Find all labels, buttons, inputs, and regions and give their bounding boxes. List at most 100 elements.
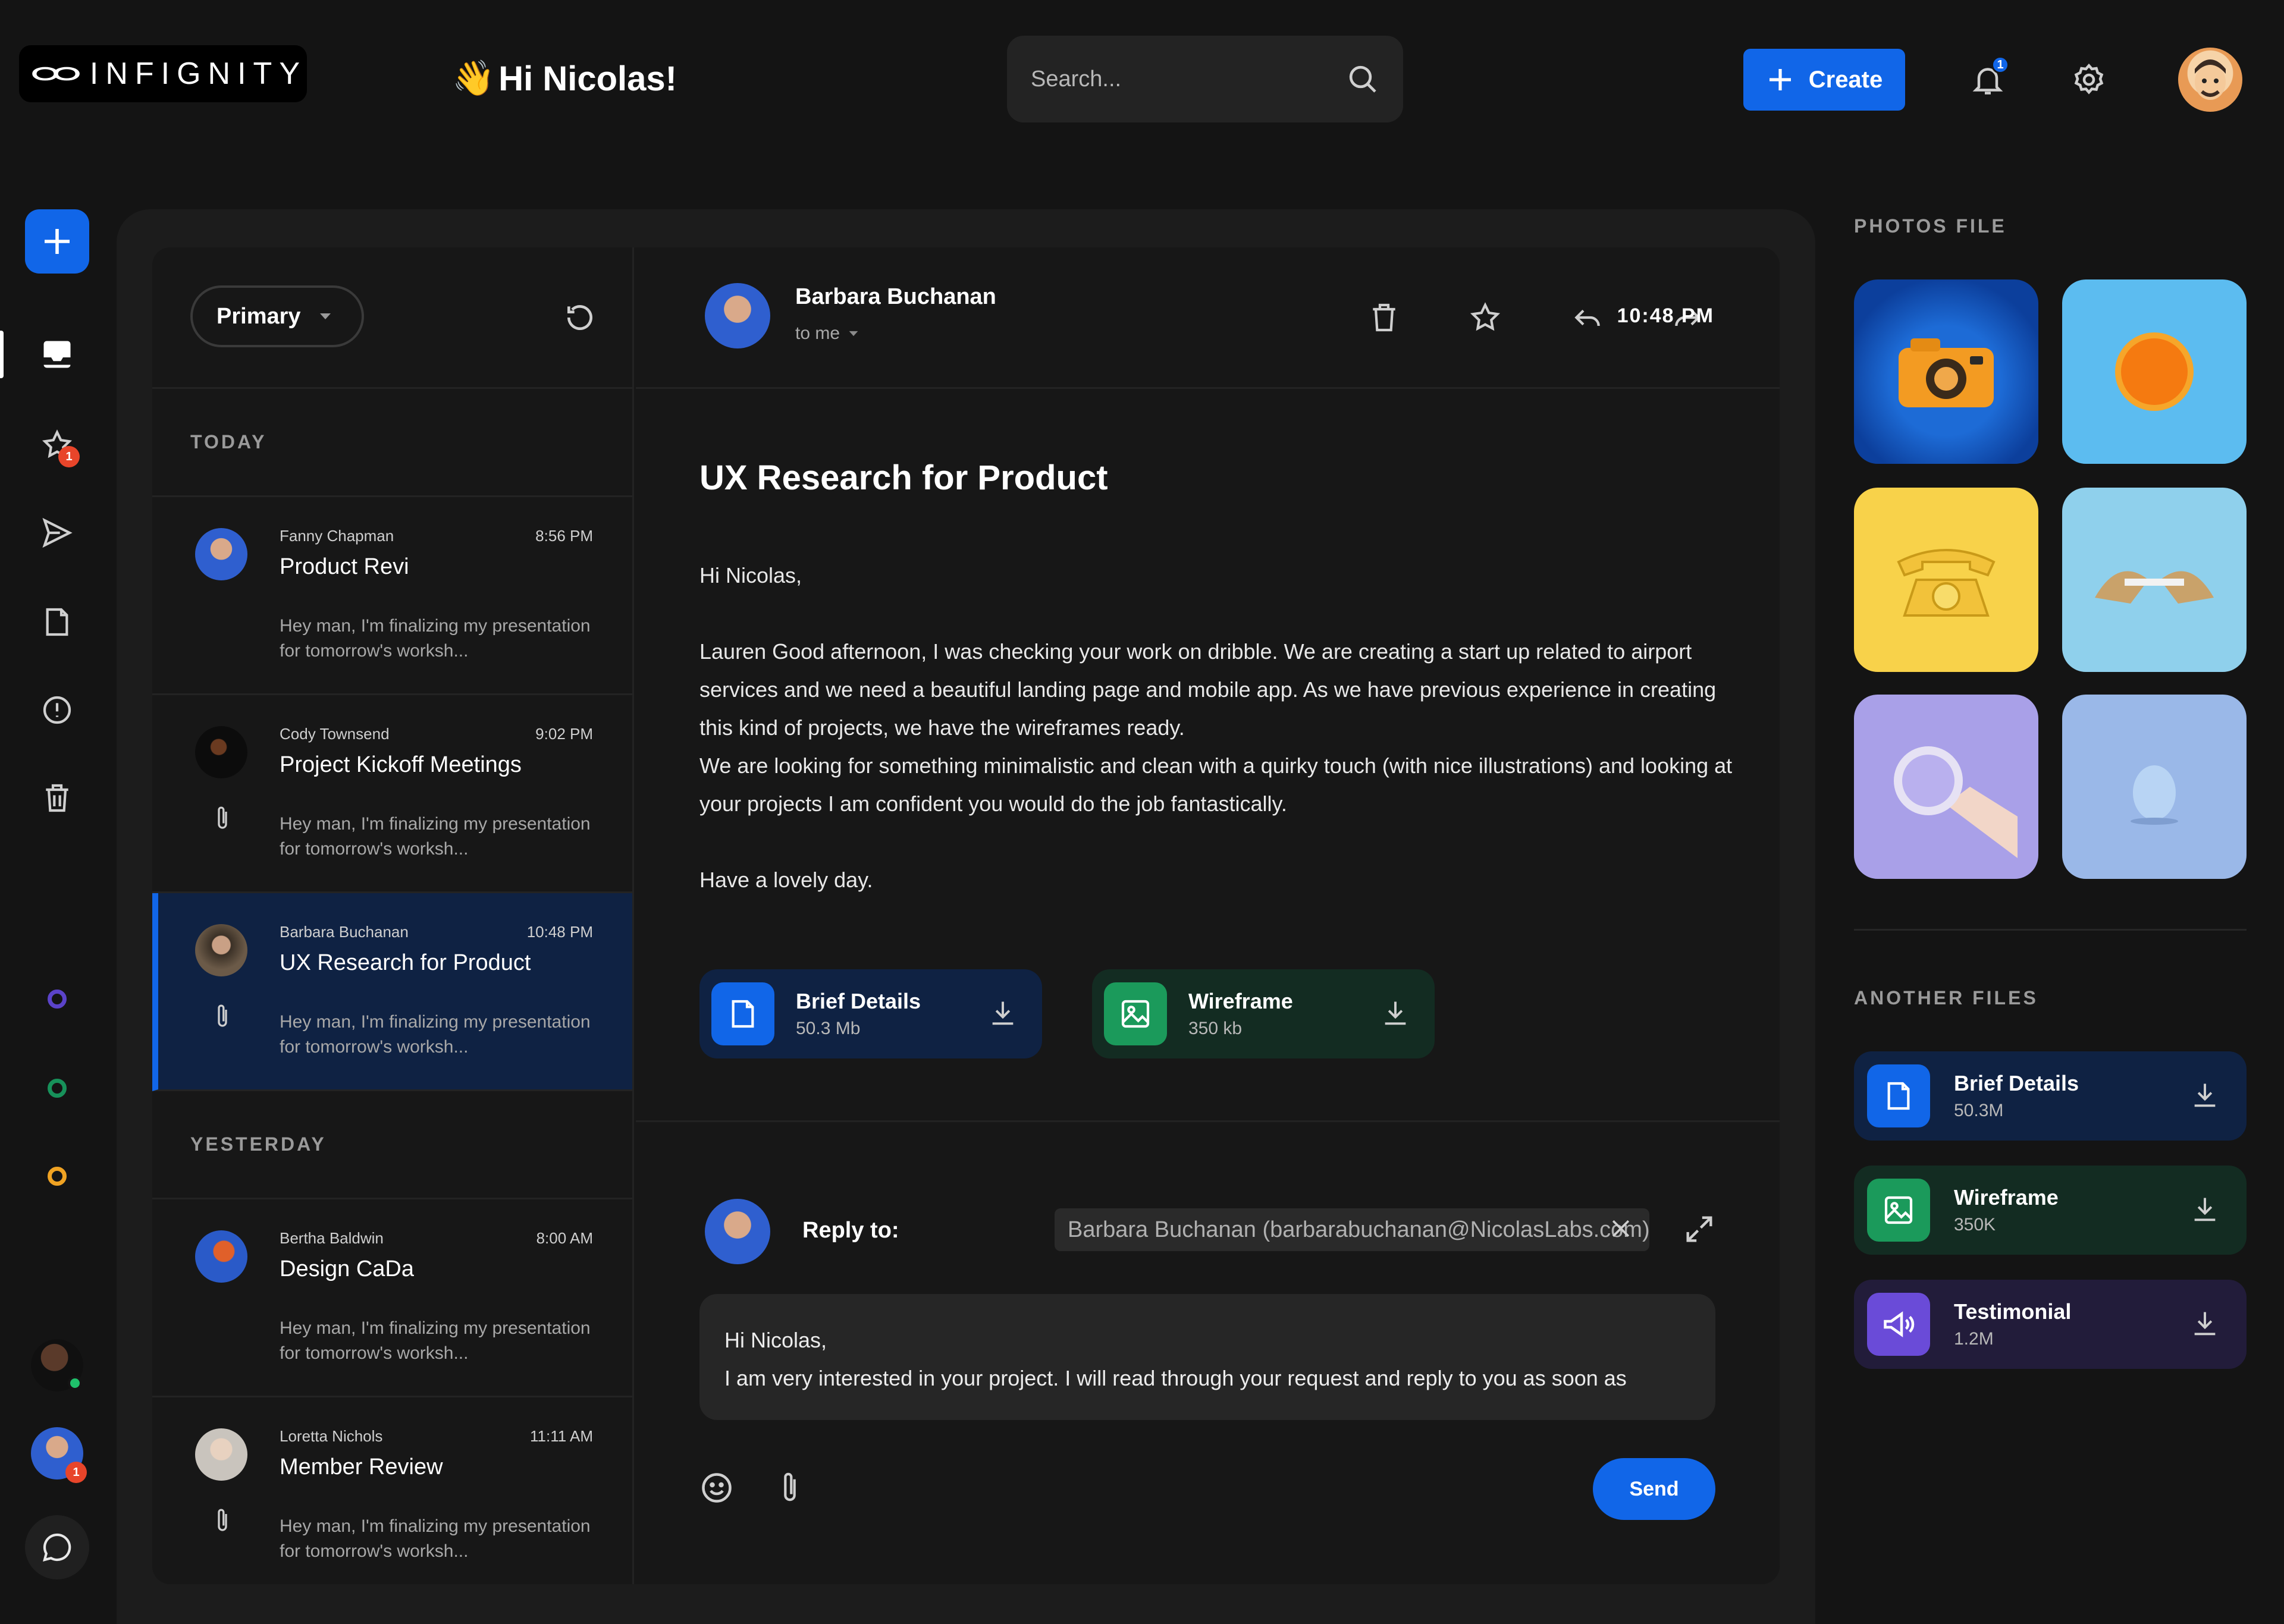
reply-to-field[interactable]: Barbara Buchanan (barbarabuchanan@Nicola… xyxy=(1055,1208,1649,1251)
label-dot-purple[interactable] xyxy=(48,990,67,1009)
rail-item-trash[interactable] xyxy=(39,780,75,816)
email-from: Barbara Buchanan xyxy=(795,284,996,309)
files-section-label: ANOTHER FILES xyxy=(1854,987,2038,1009)
reply-textarea[interactable]: Hi Nicolas, I am very interested in your… xyxy=(699,1294,1715,1420)
chat-bubble-icon xyxy=(43,1533,71,1562)
download-icon[interactable] xyxy=(2189,1194,2220,1225)
label-dot-green[interactable] xyxy=(48,1079,67,1098)
mail-list-item[interactable]: Bertha Baldwin 8:00 AM Design CaDa Hey m… xyxy=(152,1199,632,1397)
file-name: Testimonial xyxy=(1954,1299,2072,1324)
mail-sender: Bertha Baldwin xyxy=(280,1229,384,1247)
photo-thumbnail[interactable] xyxy=(1854,488,2038,672)
filter-dropdown[interactable]: Primary xyxy=(190,285,364,347)
mail-preview: Hey man, I'm finalizing my presentation … xyxy=(280,1516,591,1561)
delete-button[interactable] xyxy=(1367,301,1401,334)
file-item-testimonial[interactable]: Testimonial 1.2M xyxy=(1854,1280,2247,1369)
sender-avatar xyxy=(195,924,247,976)
mail-subject: UX Research for Product xyxy=(280,950,531,975)
mail-list-item[interactable]: Cody Townsend 9:02 PM Project Kickoff Me… xyxy=(152,695,632,893)
mail-subject: Product Revi xyxy=(280,554,409,579)
emoji-icon[interactable] xyxy=(699,1470,735,1506)
document-icon xyxy=(732,1000,754,1028)
egg-icon xyxy=(2131,765,2178,825)
online-status-dot xyxy=(68,1376,82,1390)
download-icon[interactable] xyxy=(2189,1080,2220,1111)
search-bar xyxy=(1007,36,1403,122)
filter-label: Primary xyxy=(217,303,301,329)
close-icon[interactable] xyxy=(1608,1215,1634,1242)
wave-emoji: 👋 xyxy=(452,59,495,98)
starred-badge: 1 xyxy=(58,446,80,467)
email-header: Barbara Buchanan to me 10:48 PM xyxy=(636,247,1780,389)
plus-icon xyxy=(1769,69,1791,90)
file-icon-box xyxy=(1867,1064,1930,1127)
mail-time: 10:48 PM xyxy=(526,923,593,941)
photo-thumbnail[interactable] xyxy=(2062,695,2247,879)
rail-item-inbox[interactable] xyxy=(39,337,75,372)
reply-button[interactable] xyxy=(1571,301,1604,334)
section-today: TODAY xyxy=(152,389,632,497)
mail-preview: Hey man, I'm finalizing my presentation … xyxy=(280,1012,591,1057)
photo-thumbnail[interactable] xyxy=(1854,695,2038,879)
photo-thumbnail[interactable] xyxy=(2062,279,2247,464)
download-icon[interactable] xyxy=(1380,998,1411,1029)
file-size: 1.2M xyxy=(1954,1329,1994,1349)
rail-item-spam[interactable] xyxy=(39,692,75,728)
expand-icon[interactable] xyxy=(1682,1212,1717,1246)
reply-arrow-icon xyxy=(1574,309,1600,326)
create-button[interactable]: Create xyxy=(1743,49,1905,111)
mail-list: Primary TODAY Fanny Chapman 8:56 PM Prod… xyxy=(152,247,634,1584)
label-dot-orange[interactable] xyxy=(48,1167,67,1186)
user-avatar[interactable] xyxy=(2178,48,2242,112)
create-label: Create xyxy=(1808,66,1883,93)
notifications-button[interactable]: 1 xyxy=(1970,56,2009,98)
reply-to-value: Barbara Buchanan (barbarabuchanan@Nicola… xyxy=(1068,1217,1649,1242)
send-button[interactable]: Send xyxy=(1593,1458,1715,1520)
star-icon xyxy=(1470,302,1501,331)
file-item-brief-details[interactable]: Brief Details 50.3M xyxy=(1854,1051,2247,1141)
attachment-brief-details[interactable]: Brief Details 50.3 Mb xyxy=(699,969,1042,1058)
attachment-name: Brief Details xyxy=(796,989,921,1013)
mail-card: Primary TODAY Fanny Chapman 8:56 PM Prod… xyxy=(152,247,1780,1584)
mail-time: 9:02 PM xyxy=(535,725,593,743)
paperclip-icon[interactable] xyxy=(776,1470,804,1507)
orange-slice-icon xyxy=(2115,332,2194,411)
photo-thumbnail[interactable] xyxy=(2062,488,2247,672)
photo-thumbnail[interactable] xyxy=(1854,279,2038,464)
email-to: to me xyxy=(795,323,840,343)
sender-avatar xyxy=(195,726,247,778)
reading-pane: Barbara Buchanan to me 10:48 PM UX Resea… xyxy=(636,247,1780,1584)
star-button[interactable] xyxy=(1469,301,1502,334)
search-icon[interactable] xyxy=(1346,62,1379,96)
email-recipient-toggle[interactable]: to me xyxy=(795,323,859,344)
contact-avatar[interactable]: 1 xyxy=(31,1427,87,1483)
settings-button[interactable] xyxy=(2071,62,2107,98)
email-greeting: Hi Nicolas, xyxy=(699,563,802,588)
app-logo[interactable]: INFIGNITY xyxy=(19,45,307,102)
download-icon[interactable] xyxy=(987,998,1018,1029)
mail-time: 8:00 AM xyxy=(536,1229,593,1247)
refresh-button[interactable] xyxy=(563,301,597,334)
download-icon[interactable] xyxy=(2189,1308,2220,1339)
rail-item-starred[interactable]: 1 xyxy=(39,427,80,467)
search-input[interactable] xyxy=(1031,66,1346,92)
chat-button[interactable] xyxy=(25,1515,89,1579)
mail-subject: Member Review xyxy=(280,1455,443,1479)
refresh-icon xyxy=(567,305,592,330)
attachment-wireframe[interactable]: Wireframe 350 kb xyxy=(1092,969,1435,1058)
mail-time: 8:56 PM xyxy=(535,527,593,545)
mail-list-item-selected[interactable]: Barbara Buchanan 10:48 PM UX Research fo… xyxy=(152,893,632,1091)
rail-item-drafts[interactable] xyxy=(39,604,75,640)
reply-to-label: Reply to: xyxy=(802,1218,899,1243)
file-icon-box xyxy=(1867,1179,1930,1242)
sender-avatar xyxy=(195,528,247,580)
compose-button[interactable] xyxy=(25,209,89,274)
telephone-icon xyxy=(1897,549,1996,617)
mail-list-item[interactable]: Fanny Chapman 8:56 PM Product Revi Hey m… xyxy=(152,497,632,695)
mail-list-item[interactable]: Loretta Nichols 11:11 AM Member Review H… xyxy=(152,1397,632,1584)
image-icon xyxy=(1121,1000,1150,1028)
inbox-icon xyxy=(43,341,71,368)
contact-avatar[interactable] xyxy=(31,1339,83,1391)
file-item-wireframe[interactable]: Wireframe 350K xyxy=(1854,1166,2247,1255)
rail-item-sent[interactable] xyxy=(39,515,75,551)
